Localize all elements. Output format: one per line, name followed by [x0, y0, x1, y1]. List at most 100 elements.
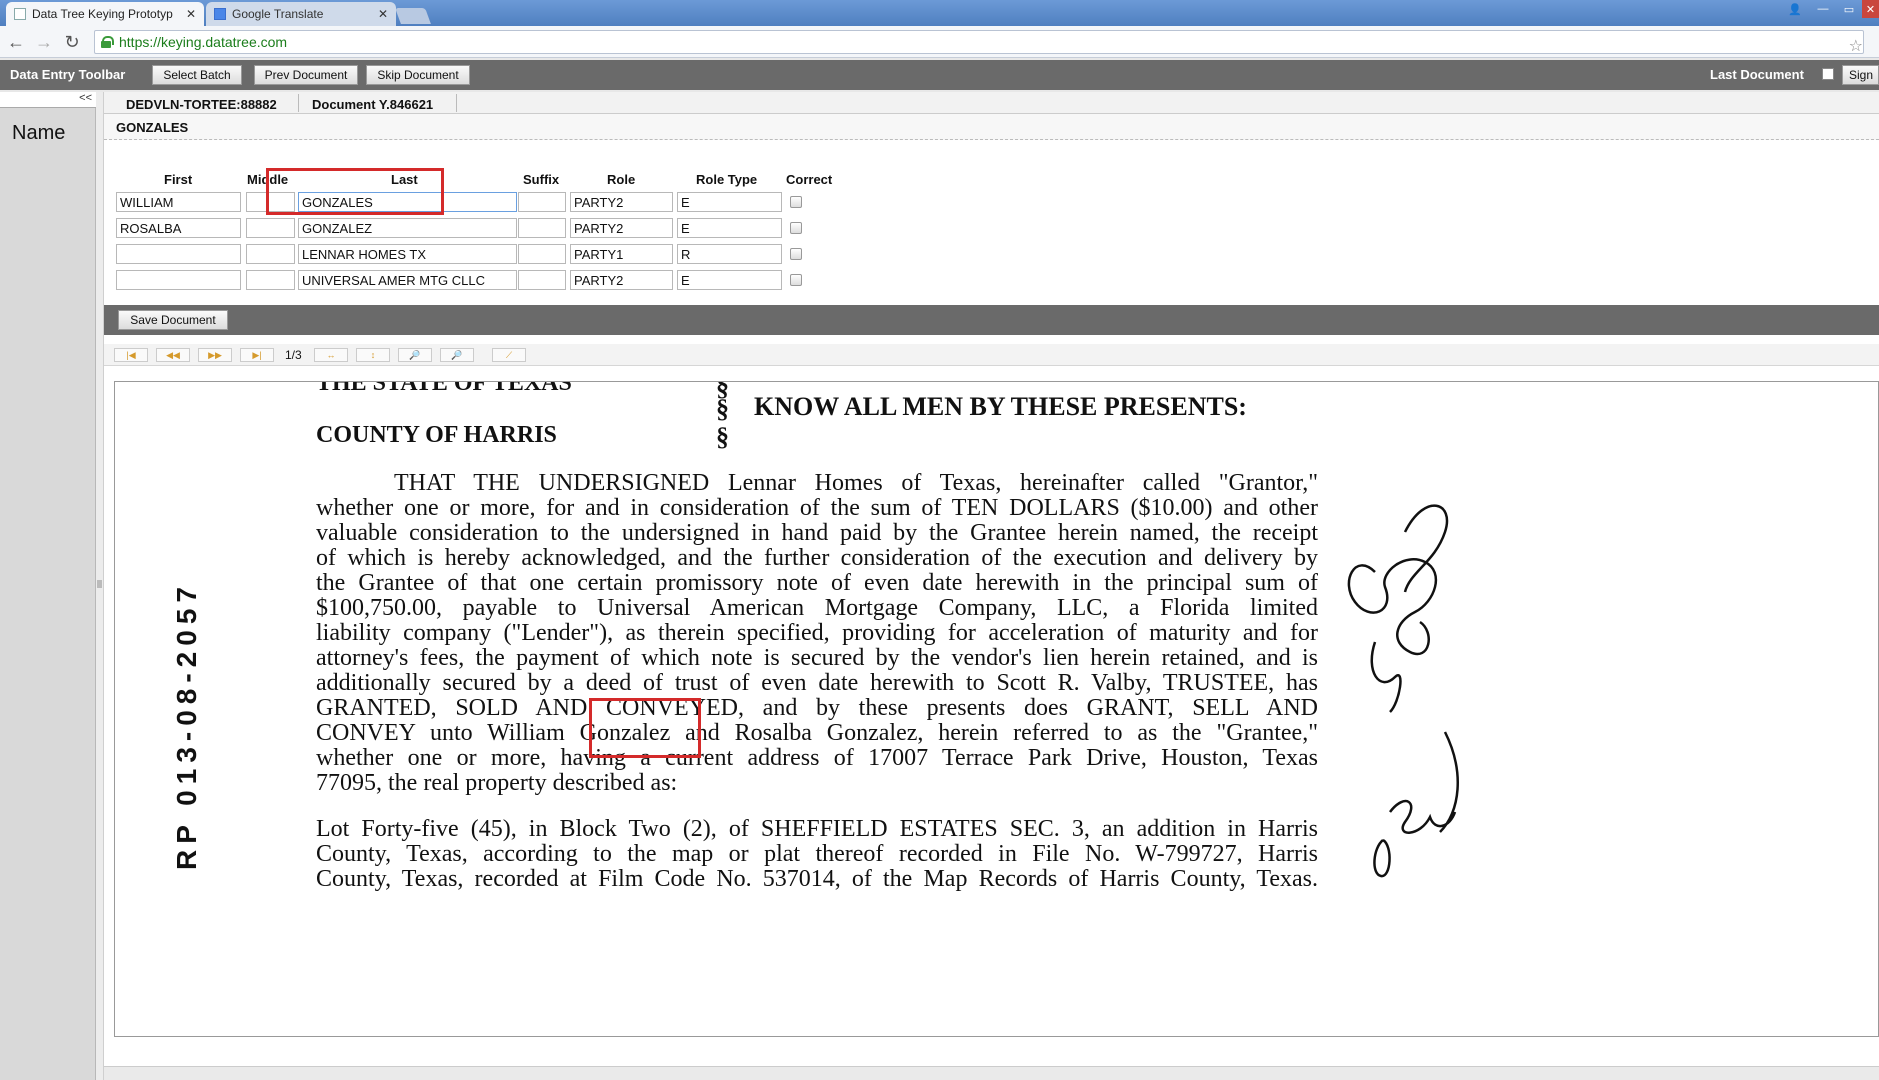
doc-state-line: THE STATE OF TEXAS — [316, 381, 572, 396]
new-tab-button[interactable] — [395, 8, 431, 24]
current-name-header: GONZALES — [104, 114, 1879, 140]
browser-tab-strip: Data Tree Keying Prototyp ✕ Google Trans… — [0, 0, 1879, 26]
save-bar: Save Document — [104, 305, 1879, 335]
select-batch-button[interactable]: Select Batch — [152, 65, 242, 85]
tab-data-tree-keying[interactable]: Data Tree Keying Prototyp ✕ — [6, 2, 204, 26]
suffix-input[interactable] — [518, 218, 566, 238]
correct-checkbox[interactable] — [790, 222, 802, 234]
address-bar-row: ← → ↻ https://keying.datatree.com ☆ — [0, 26, 1879, 58]
first-name-input[interactable] — [116, 244, 241, 264]
header-suffix: Suffix — [523, 172, 560, 187]
rotate-icon[interactable]: ⟋ — [492, 348, 526, 362]
header-first: First — [164, 172, 193, 187]
first-name-input[interactable] — [116, 192, 241, 212]
middle-name-input[interactable] — [246, 218, 295, 238]
left-panel: << Name — [0, 92, 96, 1080]
role-type-input[interactable] — [677, 270, 782, 290]
zoom-in-icon[interactable]: 🔎 — [398, 348, 432, 362]
last-page-icon[interactable]: ▶| — [240, 348, 274, 362]
handwritten-mark — [1373, 838, 1391, 878]
role-type-input[interactable] — [677, 192, 782, 212]
fit-width-icon[interactable]: ↔ — [314, 348, 348, 362]
first-name-input[interactable] — [116, 218, 241, 238]
divider — [298, 94, 299, 112]
header-correct: Correct — [786, 172, 833, 187]
google-translate-icon — [214, 8, 226, 20]
page-indicator: 1/3 — [285, 348, 302, 362]
window-close-button[interactable]: ✕ — [1862, 0, 1879, 18]
tab-google-translate[interactable]: Google Translate ✕ — [206, 2, 396, 26]
back-arrow-icon[interactable]: ← — [6, 32, 26, 52]
user-icon[interactable]: 👤 — [1782, 0, 1808, 18]
panel-title: Name — [12, 122, 66, 144]
divider — [456, 94, 457, 112]
document-id: Document Y.846621 — [312, 97, 434, 112]
batch-id: DEDVLN-TORTEE:88882 — [126, 97, 277, 112]
tab-title: Google Translate — [232, 7, 324, 21]
bottom-scroll-strip[interactable] — [104, 1066, 1879, 1080]
section-symbol: § — [716, 394, 729, 423]
sign-button[interactable]: Sign — [1842, 65, 1879, 85]
correct-checkbox[interactable] — [790, 196, 802, 208]
correct-checkbox[interactable] — [790, 274, 802, 286]
role-input[interactable] — [570, 218, 673, 238]
doc-county-line: COUNTY OF HARRIS — [316, 422, 557, 448]
highlight-box — [266, 168, 444, 215]
last-document-label: Last Document — [1710, 67, 1804, 82]
correct-checkbox[interactable] — [790, 248, 802, 260]
url-input[interactable]: https://keying.datatree.com ☆ — [94, 30, 1864, 56]
viewer-toolbar: |◀ ◀◀ ▶▶ ▶| 1/3 ↔ ↕ 🔎 🔎 ⟋ — [104, 344, 1879, 366]
suffix-input[interactable] — [518, 270, 566, 290]
url-text: https://keying.datatree.com — [119, 34, 288, 50]
first-page-icon[interactable]: |◀ — [114, 348, 148, 362]
fit-height-icon[interactable]: ↕ — [356, 348, 390, 362]
suffix-input[interactable] — [518, 192, 566, 212]
doc-know-all: KNOW ALL MEN BY THESE PRESENTS: — [754, 392, 1247, 421]
document-info-bar: DEDVLN-TORTEE:88882 Document Y.846621 — [104, 92, 1879, 114]
close-icon[interactable]: ✕ — [186, 7, 196, 21]
handwritten-initials — [1347, 504, 1459, 834]
data-entry-toolbar: Data Entry Toolbar Select Batch Prev Doc… — [0, 60, 1879, 90]
margin-stamp: RP 013-08-2057 — [171, 581, 207, 906]
last-name-input[interactable] — [298, 218, 517, 238]
doc-line: County, Texas, recorded at Film Code No.… — [316, 866, 1318, 892]
bookmark-star-icon[interactable]: ☆ — [1849, 36, 1863, 56]
last-name-input[interactable] — [298, 244, 517, 264]
lock-icon — [101, 36, 114, 48]
middle-name-input[interactable] — [246, 270, 295, 290]
highlight-box — [589, 698, 701, 758]
document-page: THE STATE OF TEXAS § § § KNOW ALL MEN BY… — [115, 381, 1878, 1036]
minimize-button[interactable]: — — [1810, 0, 1836, 18]
role-input[interactable] — [570, 244, 673, 264]
middle-name-input[interactable] — [246, 244, 295, 264]
current-name: GONZALES — [116, 120, 189, 135]
document-viewer[interactable]: THE STATE OF TEXAS § § § KNOW ALL MEN BY… — [114, 381, 1879, 1037]
close-icon[interactable]: ✕ — [378, 7, 388, 21]
role-type-input[interactable] — [677, 218, 782, 238]
skip-document-button[interactable]: Skip Document — [366, 65, 470, 85]
page-icon — [14, 8, 26, 20]
maximize-button[interactable]: ▭ — [1836, 0, 1862, 18]
save-document-button[interactable]: Save Document — [118, 310, 228, 330]
header-role: Role — [607, 172, 636, 187]
last-document-checkbox[interactable] — [1822, 68, 1834, 80]
suffix-input[interactable] — [518, 244, 566, 264]
first-name-input[interactable] — [116, 270, 241, 290]
splitter-grip[interactable] — [97, 580, 102, 588]
last-name-input[interactable] — [298, 270, 517, 290]
doc-line: 77095, the real property described as: — [316, 770, 678, 796]
prev-page-icon[interactable]: ◀◀ — [156, 348, 190, 362]
collapse-panel-button[interactable]: << — [0, 92, 96, 108]
section-symbol: § — [716, 422, 729, 451]
prev-document-button[interactable]: Prev Document — [254, 65, 358, 85]
role-input[interactable] — [570, 270, 673, 290]
toolbar-title: Data Entry Toolbar — [10, 67, 126, 82]
header-role-type: Role Type — [696, 172, 758, 187]
next-page-icon[interactable]: ▶▶ — [198, 348, 232, 362]
reload-icon[interactable]: ↻ — [62, 32, 82, 52]
zoom-out-icon[interactable]: 🔎 — [440, 348, 474, 362]
tab-title: Data Tree Keying Prototyp — [32, 7, 173, 21]
role-type-input[interactable] — [677, 244, 782, 264]
role-input[interactable] — [570, 192, 673, 212]
forward-arrow-icon[interactable]: → — [34, 32, 54, 52]
